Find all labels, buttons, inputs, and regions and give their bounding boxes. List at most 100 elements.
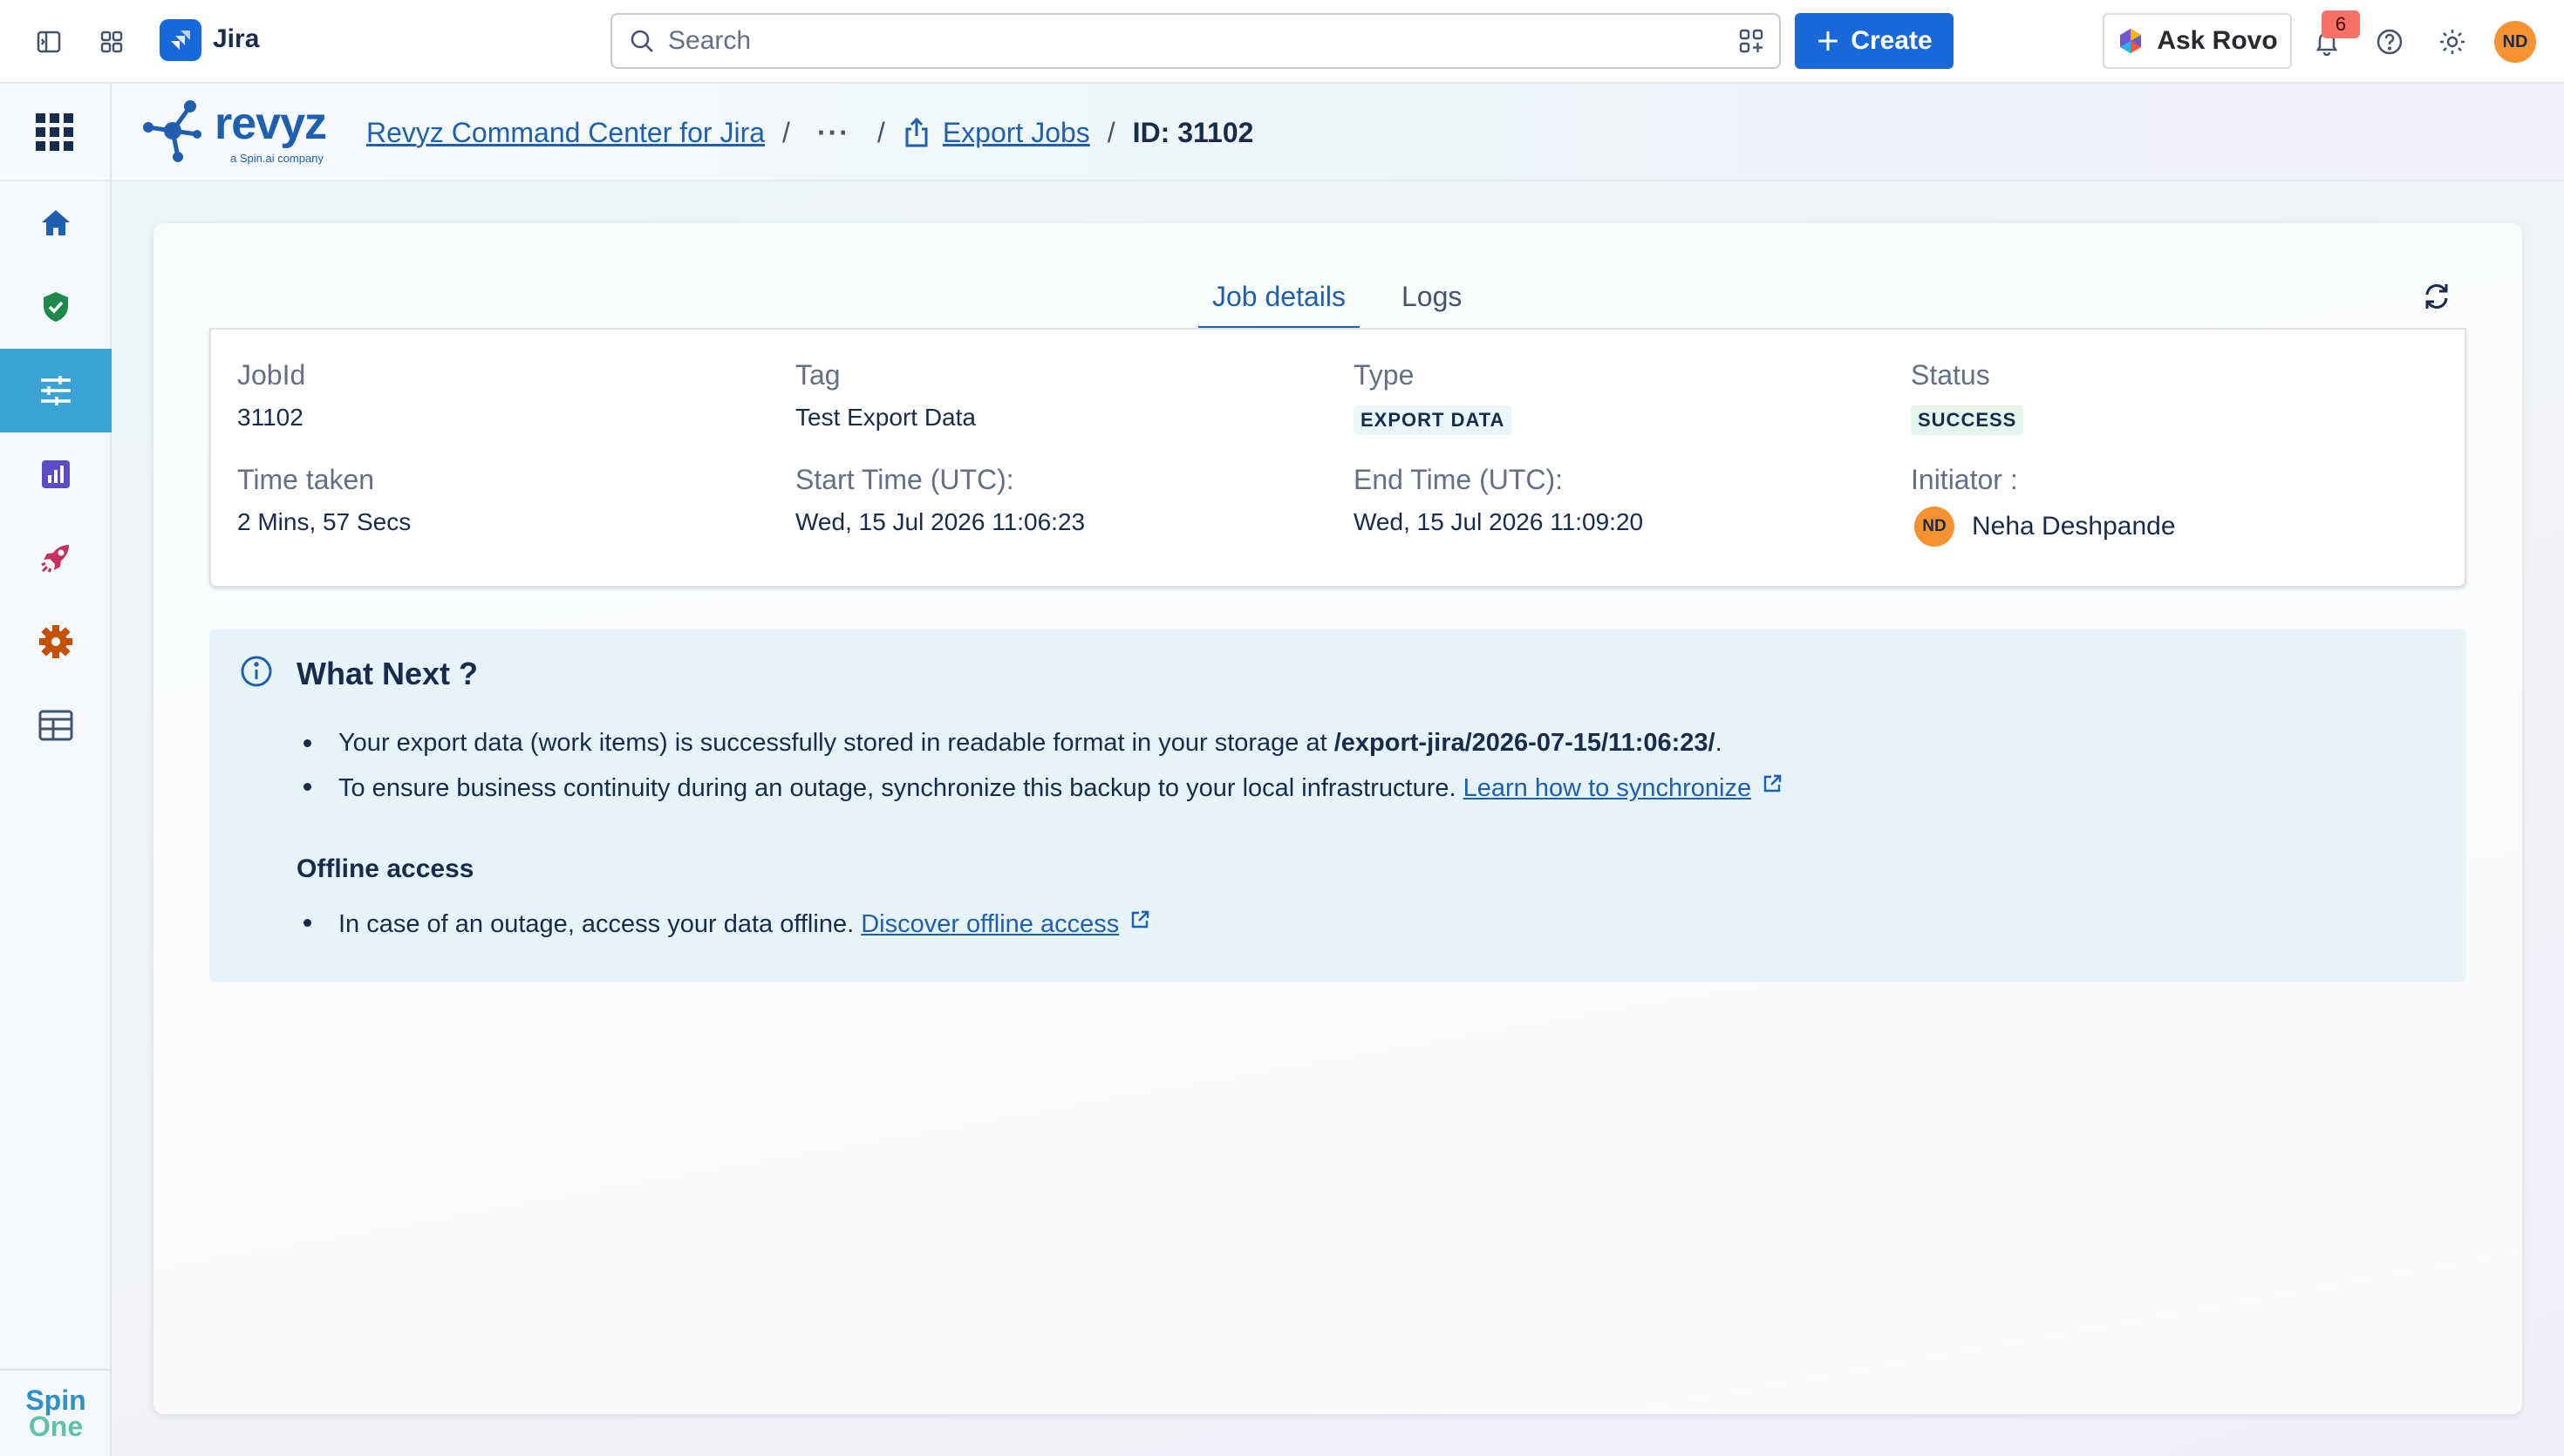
help-icon[interactable]	[2369, 21, 2411, 63]
breadcrumb-separator: /	[1107, 116, 1115, 148]
storage-path: /export-jira/2026-07-15/11:06:23/	[1333, 729, 1715, 757]
sync-text: To ensure business continuity during an …	[338, 774, 1463, 802]
discover-offline-link[interactable]: Discover offline access	[861, 910, 1119, 938]
sidebar-item-sliders[interactable]	[0, 349, 112, 432]
status-badge: SUCCESS	[1911, 405, 2024, 435]
tab-logs[interactable]: Logs	[1388, 272, 1476, 330]
create-label: Create	[1851, 26, 1933, 55]
field-initiator: Initiator : ND Neha Deshpande	[1911, 464, 2176, 547]
info-icon	[239, 654, 274, 693]
breadcrumb-separator: /	[876, 116, 885, 148]
job-details-panel: JobId 31102 Tag Test Export Data Type EX…	[209, 330, 2466, 588]
search-box[interactable]	[610, 13, 1781, 69]
field-type: Type EXPORT DATA	[1354, 359, 1512, 435]
spinone-logo-line1: Spin	[25, 1385, 86, 1416]
learn-sync-link[interactable]: Learn how to synchronize	[1463, 774, 1751, 802]
sidebar-item-protection[interactable]	[0, 265, 112, 349]
search-icon	[628, 27, 658, 61]
shield-check-icon	[44, 292, 68, 322]
ask-rovo-label: Ask Rovo	[2157, 26, 2278, 55]
field-end-time: End Time (UTC): Wed, 15 Jul 2026 11:09:2…	[1354, 464, 1643, 536]
breadcrumb-more-button[interactable]: ···	[808, 112, 860, 153]
breadcrumb-root-link[interactable]: Revyz Command Center for Jira	[366, 117, 765, 149]
field-tag: Tag Test Export Data	[795, 359, 976, 432]
type-label: Type	[1354, 359, 1415, 391]
initiator-row: ND Neha Deshpande	[1911, 507, 2176, 547]
search-apps-icon[interactable]	[1737, 27, 1765, 59]
list-item: In case of an outage, access your data o…	[297, 905, 1150, 949]
sidebar-item-launch[interactable]	[0, 516, 112, 600]
list-item: Your export data (work items) is success…	[297, 725, 1783, 769]
rocket-icon	[41, 545, 69, 573]
storage-suffix: .	[1715, 729, 1722, 757]
end-time-value: Wed, 15 Jul 2026 11:09:20	[1354, 508, 1644, 535]
export-icon	[903, 117, 931, 148]
external-link-icon[interactable]	[1762, 769, 1783, 804]
revyz-logo[interactable]: revyz a Spin.ai company	[140, 96, 331, 171]
search-input[interactable]	[668, 22, 1715, 60]
field-jobid: JobId 31102	[237, 359, 305, 432]
job-tabs: Job details Logs	[1198, 272, 1504, 330]
offline-access-title: Offline access	[297, 854, 474, 883]
sidebar-item-table[interactable]	[0, 684, 112, 767]
time-taken-label: Time taken	[237, 464, 375, 495]
rovo-icon	[2120, 29, 2142, 53]
refresh-icon[interactable]	[2417, 277, 2456, 316]
sliders-icon	[41, 376, 71, 405]
list-item: To ensure business continuity during an …	[297, 769, 1783, 813]
notification-count-badge: 6	[2322, 10, 2360, 38]
end-time-label: End Time (UTC):	[1354, 464, 1564, 495]
table-icon	[38, 710, 73, 741]
spinone-logo: Spin One	[0, 1369, 112, 1456]
plus-icon	[1818, 31, 1838, 51]
sidebar-item-config[interactable]	[0, 600, 112, 684]
app-header: revyz a Spin.ai company Revyz Command Ce…	[0, 84, 2564, 181]
spinone-logo-line2: One	[28, 1411, 84, 1442]
field-status: Status SUCCESS	[1911, 359, 2024, 435]
field-time-taken: Time taken 2 Mins, 57 Secs	[237, 464, 411, 536]
app-switcher-icon[interactable]	[91, 21, 133, 63]
jobid-value: 31102	[237, 404, 303, 431]
external-link-icon[interactable]	[1129, 905, 1150, 940]
gear-icon	[39, 625, 72, 658]
sidebar-toggle-icon[interactable]	[28, 21, 70, 63]
time-taken-value: 2 Mins, 57 Secs	[237, 508, 412, 535]
start-time-value: Wed, 15 Jul 2026 11:06:23	[795, 508, 1086, 535]
what-next-title: What Next ?	[297, 656, 479, 691]
breadcrumb-export-jobs-link[interactable]: Export Jobs	[943, 117, 1090, 149]
brand-subtitle: a Spin.ai company	[230, 152, 324, 165]
initiator-label: Initiator :	[1911, 464, 2018, 495]
user-avatar[interactable]: ND	[2494, 21, 2536, 63]
sidebar-item-reports[interactable]	[0, 432, 112, 516]
storage-text: Your export data (work items) is success…	[338, 729, 1334, 757]
sidebar-item-home[interactable]	[0, 181, 112, 265]
left-sidebar: Spin One	[0, 181, 112, 1456]
tab-job-details[interactable]: Job details	[1198, 272, 1360, 330]
jira-logo-icon[interactable]	[160, 19, 201, 61]
avatar: ND	[1914, 507, 1954, 547]
brand-name: revyz	[215, 99, 327, 149]
revyz-molecule-icon	[143, 100, 201, 162]
type-badge: EXPORT DATA	[1354, 405, 1512, 435]
app-menu-grid-icon[interactable]	[0, 84, 112, 181]
create-button[interactable]: Create	[1795, 13, 1954, 69]
offline-list: In case of an outage, access your data o…	[297, 905, 1150, 949]
start-time-label: Start Time (UTC):	[795, 464, 1014, 495]
home-icon	[42, 210, 70, 235]
chart-icon	[42, 460, 70, 488]
field-start-time: Start Time (UTC): Wed, 15 Jul 2026 11:06…	[795, 464, 1085, 536]
breadcrumb: Revyz Command Center for Jira / ··· / Ex…	[366, 84, 1253, 181]
breadcrumb-current: ID: 31102	[1132, 116, 1254, 148]
tag-value: Test Export Data	[795, 404, 976, 431]
jobid-label: JobId	[237, 359, 306, 391]
what-next-list: Your export data (work items) is success…	[297, 725, 1783, 813]
offline-text: In case of an outage, access your data o…	[338, 910, 862, 938]
app-name[interactable]: Jira	[213, 24, 259, 54]
ask-rovo-button[interactable]: Ask Rovo	[2103, 13, 2292, 69]
jira-top-bar: Jira Create Ask Rovo	[0, 0, 2564, 84]
tag-label: Tag	[795, 359, 841, 391]
initiator-name: Neha Deshpande	[1972, 512, 2176, 541]
status-label: Status	[1911, 359, 1990, 391]
settings-gear-icon[interactable]	[2431, 21, 2473, 63]
breadcrumb-separator: /	[782, 116, 790, 148]
